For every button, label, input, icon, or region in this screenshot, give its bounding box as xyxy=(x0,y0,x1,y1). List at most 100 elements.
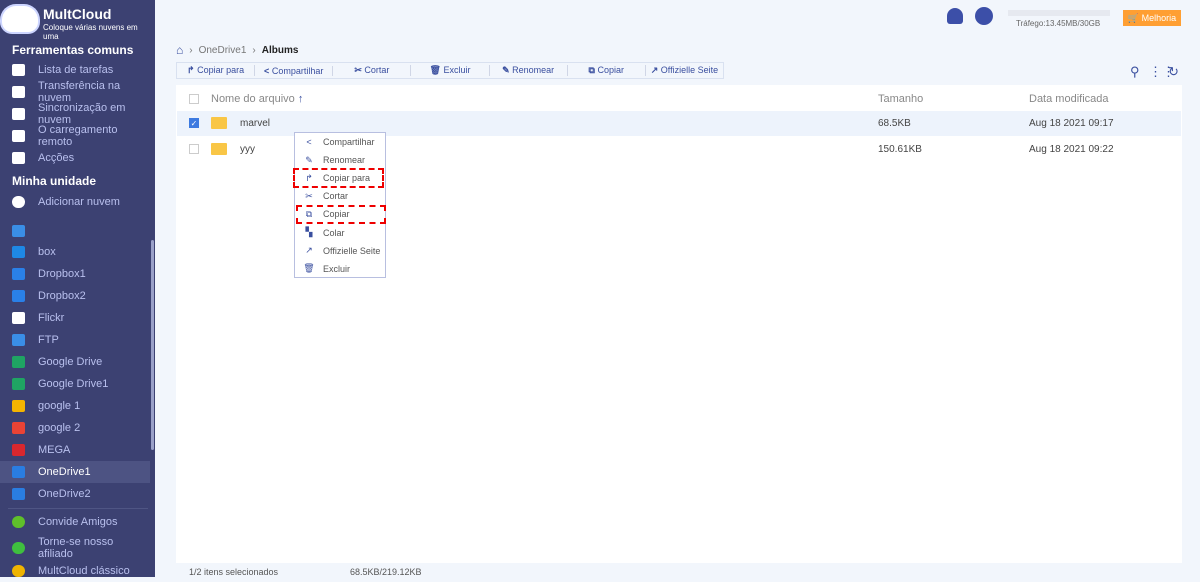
sidebar-tool-item[interactable]: Acções xyxy=(0,147,150,169)
sidebar-cloud-item[interactable]: OneDrive2 xyxy=(0,483,150,505)
context-menu-item[interactable]: 🗑 Excluir xyxy=(295,260,385,278)
row-checkbox[interactable]: ✓ xyxy=(189,118,199,128)
cloud-label: OneDrive1 xyxy=(38,466,91,478)
sidebar-cloud-item[interactable]: FTP xyxy=(0,329,150,351)
sidebar-tool-item[interactable]: Sincronização em nuvem xyxy=(0,102,150,126)
cloud-service-icon xyxy=(12,334,25,346)
col-date[interactable]: Data modificada xyxy=(1029,93,1109,105)
breadcrumb: ⌂ › OneDrive1 › Albums xyxy=(176,43,299,57)
sidebar-cloud-item[interactable]: MEGA xyxy=(0,439,150,461)
sidebar-extra-item[interactable]: Convide Amigos xyxy=(0,511,150,533)
toolbar-button[interactable]: ↱ Copiar para xyxy=(177,65,256,76)
sidebar-cloud-item[interactable]: OneDrive1 xyxy=(0,461,150,483)
sidebar-tool-item[interactable]: Transferência na nuvem xyxy=(0,80,150,104)
toolbar-icon: ↗ xyxy=(650,65,659,75)
search-icon[interactable]: ⚲ xyxy=(1130,64,1140,80)
file-date: Aug 18 2021 09:17 xyxy=(1029,118,1114,129)
row-checkbox[interactable] xyxy=(189,144,199,154)
cloud-transfer-icon xyxy=(12,86,25,98)
user-avatar-icon[interactable] xyxy=(975,7,993,25)
breadcrumb-current: Albums xyxy=(261,44,299,56)
tool-label: Acções xyxy=(38,152,75,164)
sidebar-cloud-item[interactable]: google 1 xyxy=(0,395,150,417)
cloud-label: Dropbox2 xyxy=(38,290,86,302)
toolbar-label: Offizielle Seite xyxy=(660,65,719,75)
traffic-text: Tráfego:13.45MB/30GB xyxy=(1016,19,1101,28)
sidebar-tool-item[interactable]: Lista de tarefas xyxy=(0,59,150,81)
toolbar-button[interactable]: ⧉ Copiar xyxy=(568,65,646,76)
sidebar-extra-item[interactable]: MultCloud clássico xyxy=(0,560,150,582)
toolbar: ↱ Copiar para < Compartilhar ✂ Cortar 🗑 Exc… xyxy=(176,62,724,79)
sidebar-cloud-item[interactable]: google 2 xyxy=(0,417,150,439)
col-size[interactable]: Tamanho xyxy=(878,93,923,105)
toolbar-button[interactable]: ↗ Offizielle Seite xyxy=(646,65,723,76)
file-name[interactable]: marvel xyxy=(240,118,270,129)
context-menu-item[interactable]: ↗ Offizielle Seite xyxy=(295,242,385,260)
toolbar-button[interactable]: ✂ Cortar xyxy=(333,65,412,76)
cloud-service-icon xyxy=(12,290,25,302)
cloud-service-icon xyxy=(12,312,25,324)
sidebar-cloud-item[interactable]: Flickr xyxy=(0,307,150,329)
menu-item-label: Cortar xyxy=(323,191,349,202)
toolbar-icon: < xyxy=(264,65,270,76)
toolbar-label: Copiar para xyxy=(197,65,245,75)
sidebar-cloud-item[interactable]: Google Drive1 xyxy=(0,373,150,395)
context-menu-item[interactable]: ✎ Renomear xyxy=(295,151,385,169)
bell-icon[interactable] xyxy=(947,8,963,24)
breadcrumb-onedrive1[interactable]: OneDrive1 xyxy=(199,45,247,56)
file-size: 68.5KB xyxy=(878,118,911,129)
menu-item-label: Excluir xyxy=(323,263,351,274)
sidebar-cloud-item[interactable]: box xyxy=(0,241,150,263)
add-cloud-button[interactable]: Adicionar nuvem xyxy=(0,191,150,213)
toolbar-icon: ✂ xyxy=(354,65,362,75)
cloud-label: box xyxy=(38,246,56,258)
toolbar-button[interactable]: < Compartilhar xyxy=(255,65,334,76)
logo[interactable]: MultCloud Coloque várias nuvens em uma xyxy=(0,2,155,41)
sidebar: MultCloud Coloque várias nuvens em uma Fe… xyxy=(0,0,155,577)
app-tagline: Coloque várias nuvens em uma xyxy=(43,23,138,41)
cloud-label: Google Drive xyxy=(38,356,103,368)
cloud-service-icon xyxy=(12,400,25,412)
toolbar-button[interactable]: ✎ Renomear xyxy=(490,65,568,76)
sidebar-scrollbar[interactable] xyxy=(151,240,154,450)
sidebar-cloud-item[interactable]: Google Drive xyxy=(0,351,150,373)
context-menu-item[interactable]: ✂ Cortar xyxy=(295,187,385,205)
toolbar-icon: ↱ xyxy=(187,65,195,75)
extra-icon xyxy=(12,516,25,528)
sidebar-tool-item[interactable]: O carregamento remoto xyxy=(0,124,150,148)
tool-label: O carregamento remoto xyxy=(38,124,118,148)
refresh-icon[interactable]: ↻ xyxy=(1168,64,1179,80)
cloud-label: google 1 xyxy=(38,400,81,412)
upgrade-button[interactable]: 🛒 Melhoria xyxy=(1123,10,1181,26)
cloud-service-icon xyxy=(12,488,25,500)
menu-item-icon: ✎ xyxy=(305,154,313,165)
file-date: Aug 18 2021 09:22 xyxy=(1029,144,1114,155)
extra-icon xyxy=(12,565,25,577)
toolbar-label: Renomear xyxy=(512,65,555,75)
sidebar-cloud-item[interactable] xyxy=(0,220,150,242)
app-name: MultCloud xyxy=(43,6,112,22)
cloud-service-icon xyxy=(12,246,25,258)
cloud-upload-icon xyxy=(12,130,25,142)
extra-label: MultCloud clássico xyxy=(38,565,130,577)
home-icon[interactable]: ⌂ xyxy=(176,43,183,57)
col-name[interactable]: Nome do arquivo ↑ xyxy=(211,93,303,105)
toolbar-button[interactable]: 🗑 Excluir xyxy=(411,65,490,76)
extra-label: Torne-se nosso afiliado xyxy=(38,536,114,560)
sidebar-extra-item[interactable]: Torne-se nosso afiliado xyxy=(0,536,150,560)
select-all-checkbox[interactable] xyxy=(189,94,199,104)
extra-icon xyxy=(12,542,25,554)
cloud-service-icon xyxy=(12,225,25,237)
file-name[interactable]: yyy xyxy=(240,144,255,155)
cloud-label: Google Drive1 xyxy=(38,378,109,390)
context-menu-item[interactable]: < Compartilhar xyxy=(295,133,385,151)
menu-item-label: Colar xyxy=(323,227,345,238)
upgrade-label: Melhoria xyxy=(1141,13,1177,23)
menu-item-label: Compartilhar xyxy=(323,137,375,148)
sidebar-cloud-item[interactable]: Dropbox2 xyxy=(0,285,150,307)
menu-item-icon: ✂ xyxy=(305,190,313,201)
context-menu-item[interactable]: ▚ Colar xyxy=(295,223,385,241)
sidebar-cloud-item[interactable]: Dropbox1 xyxy=(0,263,150,285)
cloud-service-icon xyxy=(12,422,25,434)
toolbar-icon: 🗑 xyxy=(429,65,441,75)
